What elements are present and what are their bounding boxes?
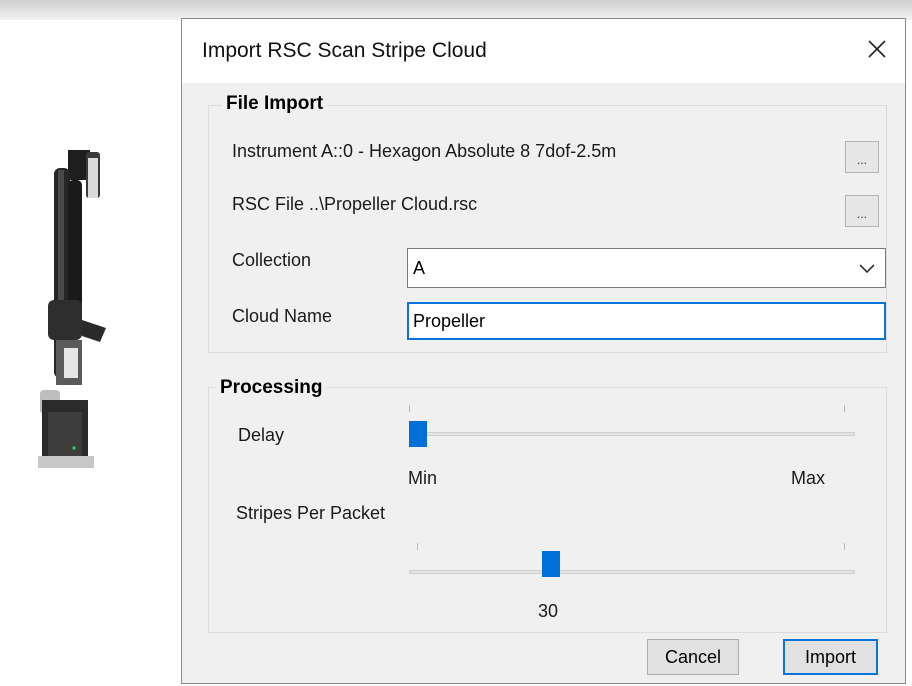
slider-tick — [844, 543, 845, 550]
stripes-slider-thumb[interactable] — [542, 551, 560, 577]
cloud-name-label: Cloud Name — [232, 306, 333, 326]
cancel-button[interactable]: Cancel — [647, 639, 739, 675]
title-bar: Import RSC Scan Stripe Cloud — [182, 19, 905, 83]
processing-legend: Processing — [216, 377, 327, 399]
measuring-arm-image — [38, 150, 106, 468]
background-strip — [0, 0, 912, 20]
collection-label: Collection — [232, 250, 312, 270]
chevron-down-icon — [859, 264, 875, 274]
stripes-per-packet-slider[interactable] — [409, 539, 855, 583]
instrument-label: Instrument A::0 - Hexagon Absolute 8 7do… — [232, 141, 617, 161]
delay-label: Delay — [238, 425, 285, 445]
cloud-name-input[interactable] — [409, 304, 884, 338]
delay-max-label: Max — [791, 468, 826, 488]
collection-value: A — [413, 258, 426, 278]
close-icon — [868, 40, 886, 58]
delay-slider[interactable] — [409, 401, 855, 447]
import-button[interactable]: Import — [783, 639, 878, 675]
slider-tick — [844, 405, 845, 412]
rsc-file-label: RSC File ..\Propeller Cloud.rsc — [232, 194, 478, 214]
delay-min-label: Min — [408, 468, 438, 488]
stripes-value: 30 — [538, 601, 559, 621]
close-button[interactable] — [859, 31, 895, 67]
delay-slider-track — [409, 432, 855, 436]
collection-select[interactable]: A — [407, 248, 886, 288]
instrument-browse-button[interactable]: ... — [845, 141, 879, 173]
rsc-file-browse-button[interactable]: ... — [845, 195, 879, 227]
file-import-legend: File Import — [222, 93, 328, 115]
dialog-title: Import RSC Scan Stripe Cloud — [202, 39, 487, 62]
delay-slider-thumb[interactable] — [409, 421, 427, 447]
slider-tick — [409, 405, 410, 412]
slider-tick — [417, 543, 418, 550]
stripes-slider-track — [409, 570, 855, 574]
import-dialog: Import RSC Scan Stripe Cloud File Import… — [181, 18, 906, 684]
cloud-name-field[interactable] — [407, 302, 886, 340]
stripes-per-packet-label: Stripes Per Packet — [236, 503, 386, 523]
